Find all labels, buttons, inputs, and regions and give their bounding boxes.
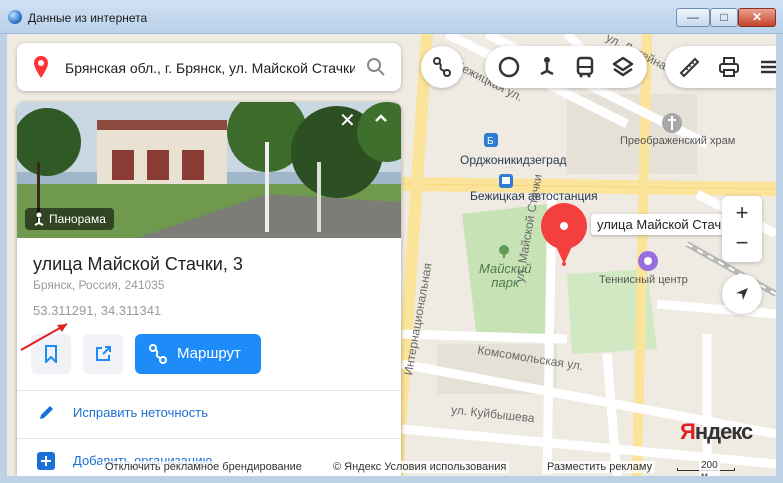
pencil-icon <box>40 406 53 419</box>
terms-link[interactable]: © Яндекс Условия использования <box>330 461 510 473</box>
map-layers-toolbar <box>485 46 647 88</box>
map-label-stop-ordzhonikidzegrad: Орджоникидзеград <box>460 153 567 167</box>
disable-branding-link[interactable]: Отключить рекламное брендирование <box>102 461 305 473</box>
search-bar[interactable]: Брянская обл., г. Брянск, ул. Майской Ст… <box>17 43 401 91</box>
bus-station-icon[interactable] <box>499 174 513 188</box>
geolocation-button[interactable] <box>722 274 762 314</box>
metro-icon[interactable]: Б <box>484 133 498 147</box>
app-globe-icon <box>8 10 22 24</box>
route-tool-button[interactable] <box>421 46 463 88</box>
map-canvas[interactable]: Орджоникидзеград Бежицкая автостанция Пр… <box>7 34 776 476</box>
minimize-button[interactable]: — <box>676 8 710 27</box>
menu-icon[interactable] <box>757 55 776 79</box>
close-card-button[interactable]: ✕ <box>339 108 356 133</box>
park-tree-icon <box>499 245 509 258</box>
pin-label: улица Майской Стачки <box>591 214 741 235</box>
close-window-button[interactable]: ✕ <box>738 8 776 27</box>
svg-text:Б: Б <box>487 136 494 147</box>
panorama-person-icon <box>34 212 44 226</box>
search-input[interactable]: Брянская обл., г. Брянск, ул. Майской Ст… <box>65 60 355 76</box>
fix-error-label: Исправить неточность <box>73 405 208 420</box>
location-pin-icon <box>34 56 48 78</box>
navigation-arrow-icon <box>736 288 748 300</box>
zoom-in-button[interactable]: + <box>722 200 762 226</box>
maximize-button[interactable]: □ <box>710 8 738 27</box>
route-icon <box>433 57 451 77</box>
route-white-icon <box>149 344 167 364</box>
panorama-photo[interactable]: Панорама ✕ <box>17 102 401 238</box>
route-button-label: Маршрут <box>177 345 241 362</box>
transport-icon[interactable] <box>573 55 597 79</box>
layers-circle-icon[interactable] <box>497 55 521 79</box>
tennis-center-icon[interactable] <box>637 250 659 272</box>
share-button[interactable] <box>83 334 123 374</box>
map-footer: Отключить рекламное брендирование © Янде… <box>7 458 776 476</box>
map-label-church: Преображенский храм <box>620 135 736 147</box>
panorama-icon[interactable] <box>535 55 559 79</box>
scale-label: 200 м <box>699 460 720 476</box>
layers-icon[interactable] <box>611 55 635 79</box>
brand-rest: ндекс <box>694 419 753 444</box>
selected-location-pin-icon[interactable] <box>540 202 588 268</box>
share-icon <box>96 346 111 361</box>
window-titlebar: Данные из интернета — □ ✕ <box>0 0 783 34</box>
tools-toolbar <box>665 46 776 88</box>
annotation-arrow-icon <box>20 323 68 351</box>
print-icon[interactable] <box>717 55 741 79</box>
panorama-label: Панорама <box>49 212 106 226</box>
brand-y: Я <box>680 419 696 444</box>
place-title: улица Майской Стачки, 3 <box>33 254 243 274</box>
zoom-out-button[interactable]: − <box>722 230 762 256</box>
ruler-icon[interactable] <box>677 55 701 79</box>
church-icon[interactable] <box>661 112 683 134</box>
panorama-badge[interactable]: Панорама <box>25 208 114 230</box>
yandex-logo[interactable]: Яндекс <box>680 419 753 445</box>
place-address: Брянск, Россия, 241035 <box>33 278 165 292</box>
route-button[interactable]: Маршрут <box>135 334 261 374</box>
fix-error-item[interactable]: Исправить неточность <box>17 391 401 437</box>
advertise-link[interactable]: Разместить рекламу <box>544 461 656 473</box>
collapse-card-chevron-icon[interactable] <box>373 110 389 126</box>
place-card: Панорама ✕ улица Майской Стачки, 3 Брянс… <box>17 102 401 476</box>
search-icon[interactable] <box>367 58 385 76</box>
zoom-control: + − <box>722 196 762 262</box>
map-label-tennis: Теннисный центр <box>599 274 688 286</box>
window-title: Данные из интернета <box>28 11 148 25</box>
